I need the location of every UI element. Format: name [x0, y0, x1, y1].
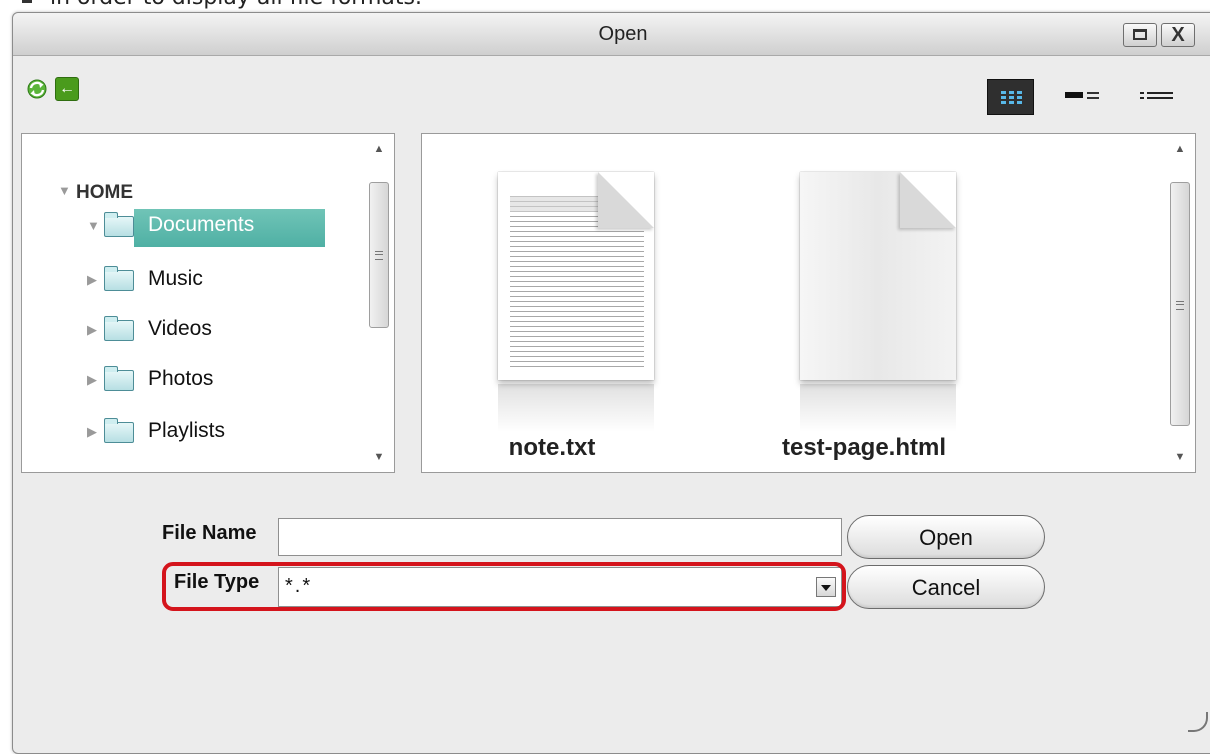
scroll-down-arrow-icon[interactable]: ▼ — [364, 442, 394, 472]
blank-document-icon — [800, 172, 956, 380]
tree-item-label: Photos — [148, 367, 214, 390]
file-item-note-txt[interactable]: note.txt — [442, 144, 662, 461]
file-name-label: test-page.html — [781, 434, 946, 461]
tree-item-label: Playlists — [148, 419, 226, 442]
close-icon: X — [1171, 24, 1185, 46]
expand-triangle-icon[interactable]: ▼ — [87, 218, 100, 233]
collapse-triangle-icon[interactable]: ▶ — [87, 372, 97, 388]
file-item-test-page-html[interactable]: test-page.html — [742, 144, 986, 461]
close-button[interactable]: X — [1161, 23, 1195, 47]
file-list-panel[interactable]: note.txt test-page.html ▲ ▼ — [421, 133, 1196, 473]
tree-scroll-thumb[interactable] — [369, 182, 389, 328]
tree-item-documents[interactable]: ▼ Documents — [87, 209, 327, 243]
tree-item-music[interactable]: ▶ Music — [87, 263, 287, 297]
scroll-up-arrow-icon[interactable]: ▲ — [1165, 134, 1195, 164]
collapse-triangle-icon[interactable]: ▶ — [87, 272, 97, 288]
open-button[interactable]: Open — [847, 515, 1045, 559]
file-type-highlight-annotation — [162, 562, 846, 611]
scroll-up-arrow-icon[interactable]: ▲ — [364, 134, 394, 164]
list-view-icon[interactable] — [1140, 88, 1182, 104]
tree-item-label: Documents — [148, 213, 255, 236]
tree-root-home[interactable]: ▼ HOME — [58, 174, 258, 208]
back-arrow-icon[interactable]: ← — [55, 77, 79, 101]
tree-root-label: HOME — [76, 182, 133, 203]
file-name-input[interactable] — [278, 518, 842, 556]
tree-scrollbar[interactable]: ▲ ▼ — [364, 134, 394, 472]
maximize-icon[interactable] — [1123, 23, 1157, 47]
refresh-icon[interactable] — [26, 78, 48, 100]
folder-icon — [104, 316, 134, 341]
folder-icon — [104, 418, 134, 443]
tree-item-videos[interactable]: ▶ Videos — [87, 313, 287, 347]
collapse-triangle-icon[interactable]: ▶ — [87, 322, 97, 338]
tree-item-playlists[interactable]: ▶ Playlists — [87, 415, 287, 449]
files-scrollbar[interactable]: ▲ ▼ — [1165, 134, 1195, 472]
resize-grip-icon[interactable] — [1188, 712, 1208, 732]
collapse-triangle-icon[interactable]: ▶ — [87, 424, 97, 440]
icon-grid-view-icon[interactable] — [987, 79, 1034, 115]
caption-text: in order to display all file formats. — [50, 0, 422, 10]
tree-item-label: Videos — [148, 317, 212, 340]
file-name-label: note.txt — [508, 434, 596, 461]
dialog-title: Open — [598, 23, 648, 45]
folder-icon — [104, 266, 134, 291]
tree-item-label: Music — [148, 267, 203, 290]
cancel-button[interactable]: Cancel — [847, 565, 1045, 609]
scroll-down-arrow-icon[interactable]: ▼ — [1165, 442, 1195, 472]
tree-item-photos[interactable]: ▶ Photos — [87, 363, 287, 397]
title-bar[interactable]: Open X — [13, 13, 1210, 56]
folder-icon — [104, 366, 134, 391]
bullet-icon — [22, 0, 32, 3]
file-name-label-text: File Name — [162, 522, 257, 544]
expand-triangle-icon[interactable]: ▼ — [58, 183, 71, 198]
instruction-caption: in order to display all file formats. — [0, 0, 422, 10]
text-document-icon — [498, 172, 654, 380]
folder-icon — [104, 212, 134, 237]
detail-view-icon[interactable] — [1065, 88, 1105, 104]
files-scroll-thumb[interactable] — [1170, 182, 1190, 426]
